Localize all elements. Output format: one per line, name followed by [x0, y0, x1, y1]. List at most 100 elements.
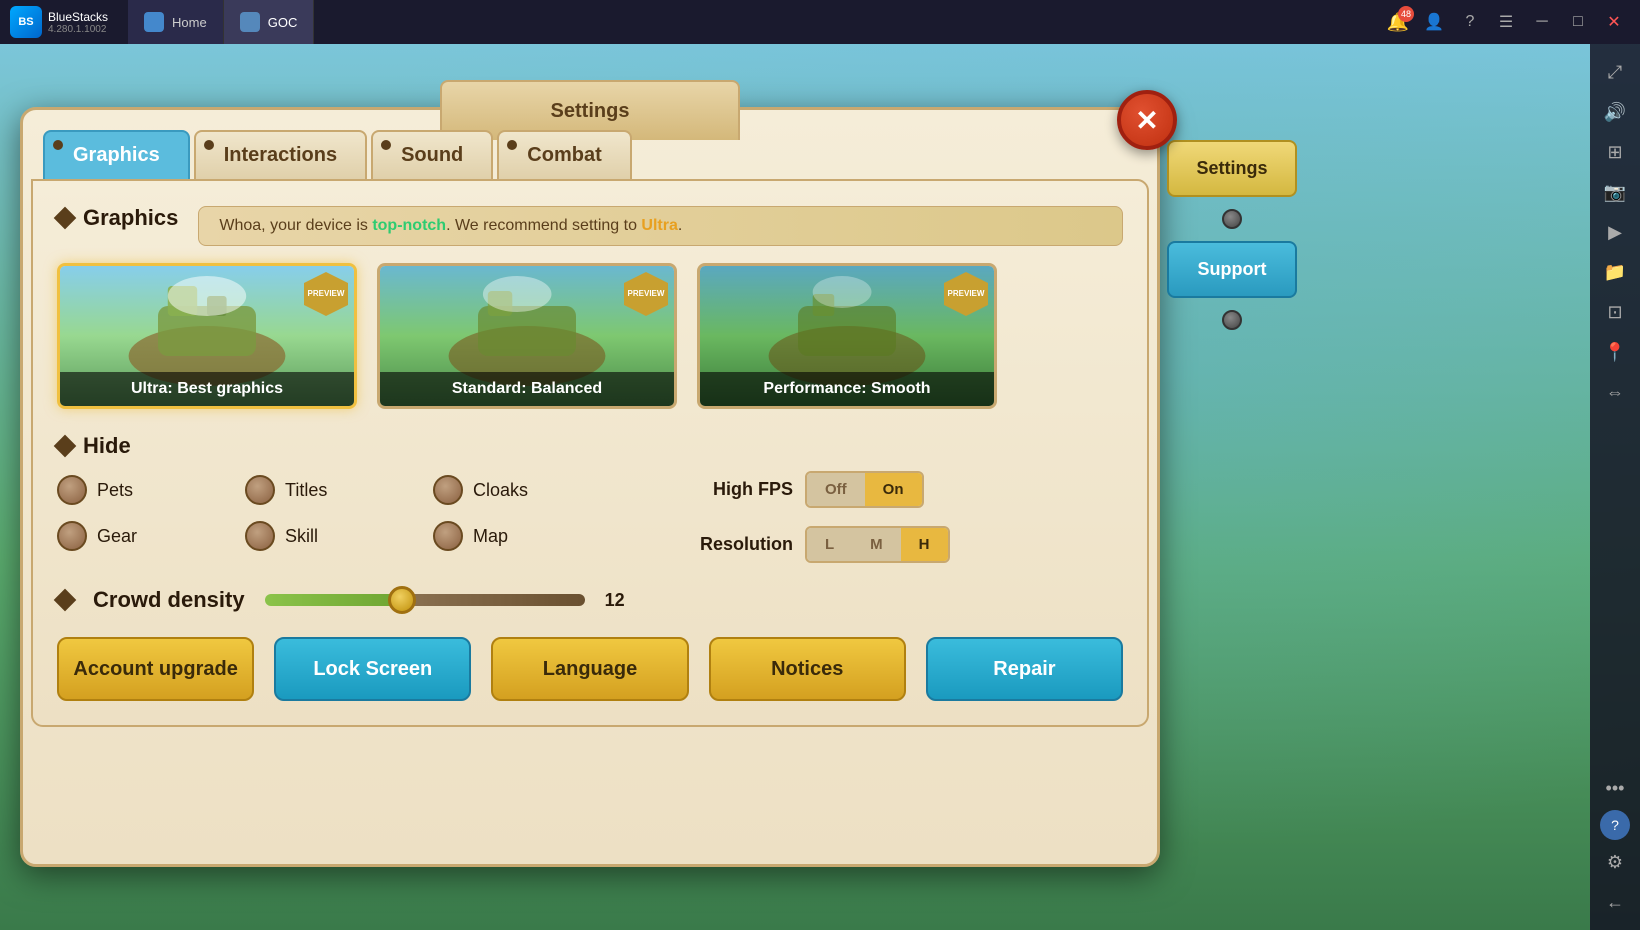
section-diamond-icon — [54, 207, 77, 230]
tabs-row: Graphics Interactions Sound Combat — [23, 110, 1157, 179]
pin-connector-2 — [1222, 310, 1242, 330]
app-icon: BS — [10, 6, 42, 38]
tab-graphics[interactable]: Graphics — [43, 130, 190, 179]
app-version: 4.280.1.1002 — [48, 24, 108, 35]
preview-badge-ultra: PREVIEW — [304, 272, 348, 316]
sidebar-resize-icon[interactable]: ⇔ — [1597, 374, 1633, 410]
resolution-toggle: L M H — [805, 526, 950, 563]
pin-connector-1 — [1222, 209, 1242, 229]
side-support-button[interactable]: Support — [1167, 241, 1297, 298]
slider-thumb[interactable] — [388, 586, 416, 614]
bottom-buttons: Account upgrade Lock Screen Language Not… — [57, 637, 1123, 701]
close-button[interactable]: ✕ — [1117, 90, 1177, 150]
tab-graphics-dot — [53, 140, 63, 150]
window-controls: 🔔 48 👤 ? ☰ ─ □ ✕ — [1384, 8, 1640, 36]
goc-tab-label: GOC — [268, 15, 298, 30]
sidebar-location-icon[interactable]: 📍 — [1597, 334, 1633, 370]
hide-pets[interactable]: Pets — [57, 475, 237, 505]
notification-button[interactable]: 🔔 48 — [1384, 8, 1412, 36]
preset-ultra-image: PREVIEW Ultra: Best graphics — [60, 266, 354, 406]
minimize-button[interactable]: ─ — [1528, 8, 1556, 36]
language-button[interactable]: Language — [491, 637, 688, 701]
panel-body: Graphics Whoa, your device is top-notch.… — [31, 179, 1149, 727]
hide-map[interactable]: Map — [433, 521, 613, 551]
graphics-section-title: Graphics — [83, 205, 178, 231]
sidebar-expand-icon[interactable]: ⤢ — [1597, 54, 1633, 90]
preset-performance-image: PREVIEW Performance: Smooth — [700, 266, 994, 406]
hide-gear[interactable]: Gear — [57, 521, 237, 551]
fps-off-button[interactable]: Off — [807, 473, 865, 506]
resolution-row: Resolution L M H — [693, 526, 950, 563]
resolution-h-button[interactable]: H — [901, 528, 948, 561]
side-panel: Settings Support — [1167, 140, 1297, 334]
account-upgrade-button[interactable]: Account upgrade — [57, 637, 254, 701]
resolution-label: Resolution — [693, 534, 793, 555]
tab-goc[interactable]: GOC — [224, 0, 315, 44]
home-tab-icon — [144, 12, 164, 32]
titlebar: BS BlueStacks 4.280.1.1002 Home GOC 🔔 48… — [0, 0, 1640, 44]
resolution-m-button[interactable]: M — [852, 528, 901, 561]
slider-track — [265, 594, 585, 606]
repair-button[interactable]: Repair — [926, 637, 1123, 701]
hide-skill[interactable]: Skill — [245, 521, 425, 551]
titles-label: Titles — [285, 480, 327, 501]
notification-count: 48 — [1398, 6, 1414, 22]
fps-on-button[interactable]: On — [865, 473, 922, 506]
preset-ultra[interactable]: PREVIEW Ultra: Best graphics — [57, 263, 357, 409]
cloaks-checkbox[interactable] — [433, 475, 463, 505]
preset-ultra-label: Ultra: Best graphics — [60, 372, 354, 406]
recommend-banner: Whoa, your device is top-notch. We recom… — [198, 206, 1123, 246]
menu-button[interactable]: ☰ — [1492, 8, 1520, 36]
pets-label: Pets — [97, 480, 133, 501]
high-fps-row: High FPS Off On — [693, 471, 950, 508]
account-button[interactable]: 👤 — [1420, 8, 1448, 36]
settings-panel: Settings ✕ Settings Support Grap — [20, 107, 1160, 867]
titles-checkbox[interactable] — [245, 475, 275, 505]
window-close-button[interactable]: ✕ — [1600, 8, 1628, 36]
crowd-diamond-icon — [54, 589, 77, 612]
tab-home[interactable]: Home — [128, 0, 224, 44]
skill-checkbox[interactable] — [245, 521, 275, 551]
skill-label: Skill — [285, 526, 318, 547]
sidebar-grid-icon[interactable]: ⊞ — [1597, 134, 1633, 170]
preset-performance[interactable]: PREVIEW Performance: Smooth — [697, 263, 997, 409]
crowd-slider[interactable] — [265, 590, 585, 610]
maximize-button[interactable]: □ — [1564, 8, 1592, 36]
hide-cloaks[interactable]: Cloaks — [433, 475, 613, 505]
hide-titles[interactable]: Titles — [245, 475, 425, 505]
help-button[interactable]: ? — [1456, 8, 1484, 36]
tab-combat[interactable]: Combat — [497, 130, 631, 179]
notices-button[interactable]: Notices — [709, 637, 906, 701]
sidebar-question-icon[interactable]: ? — [1600, 810, 1630, 840]
app-logo: BS BlueStacks 4.280.1.1002 — [0, 6, 118, 38]
hide-diamond-icon — [54, 435, 77, 458]
crowd-label: Crowd density — [93, 587, 245, 613]
sidebar-folder-icon[interactable]: 📁 — [1597, 254, 1633, 290]
side-settings-button[interactable]: Settings — [1167, 140, 1297, 197]
graphics-section-header: Graphics — [57, 205, 178, 231]
sidebar-copy-icon[interactable]: ⊡ — [1597, 294, 1633, 330]
resolution-l-button[interactable]: L — [807, 528, 852, 561]
tab-interactions[interactable]: Interactions — [194, 130, 367, 179]
sidebar-camera-icon[interactable]: 📷 — [1597, 174, 1633, 210]
sidebar-more-icon[interactable]: ••• — [1597, 770, 1633, 806]
hide-section-title: Hide — [83, 433, 131, 459]
pets-checkbox[interactable] — [57, 475, 87, 505]
sidebar-video-icon[interactable]: ▶ — [1597, 214, 1633, 250]
map-checkbox[interactable] — [433, 521, 463, 551]
crowd-value: 12 — [605, 590, 625, 611]
cloaks-label: Cloaks — [473, 480, 528, 501]
sidebar-gear-icon[interactable]: ⚙ — [1597, 844, 1633, 880]
hide-section-header: Hide — [57, 433, 1123, 459]
preset-standard[interactable]: PREVIEW Standard: Balanced — [377, 263, 677, 409]
sidebar-volume-icon[interactable]: 🔊 — [1597, 94, 1633, 130]
sidebar-back-icon[interactable]: ← — [1597, 884, 1633, 920]
preset-standard-label: Standard: Balanced — [380, 372, 674, 406]
lock-screen-button[interactable]: Lock Screen — [274, 637, 471, 701]
hide-checkboxes: Pets Titles Cloaks Gear — [57, 475, 613, 551]
tab-sound[interactable]: Sound — [371, 130, 493, 179]
high-fps-label: High FPS — [693, 479, 793, 500]
hide-section: Hide Pets Titles C — [57, 433, 1123, 567]
tab-sound-dot — [381, 140, 391, 150]
gear-checkbox[interactable] — [57, 521, 87, 551]
